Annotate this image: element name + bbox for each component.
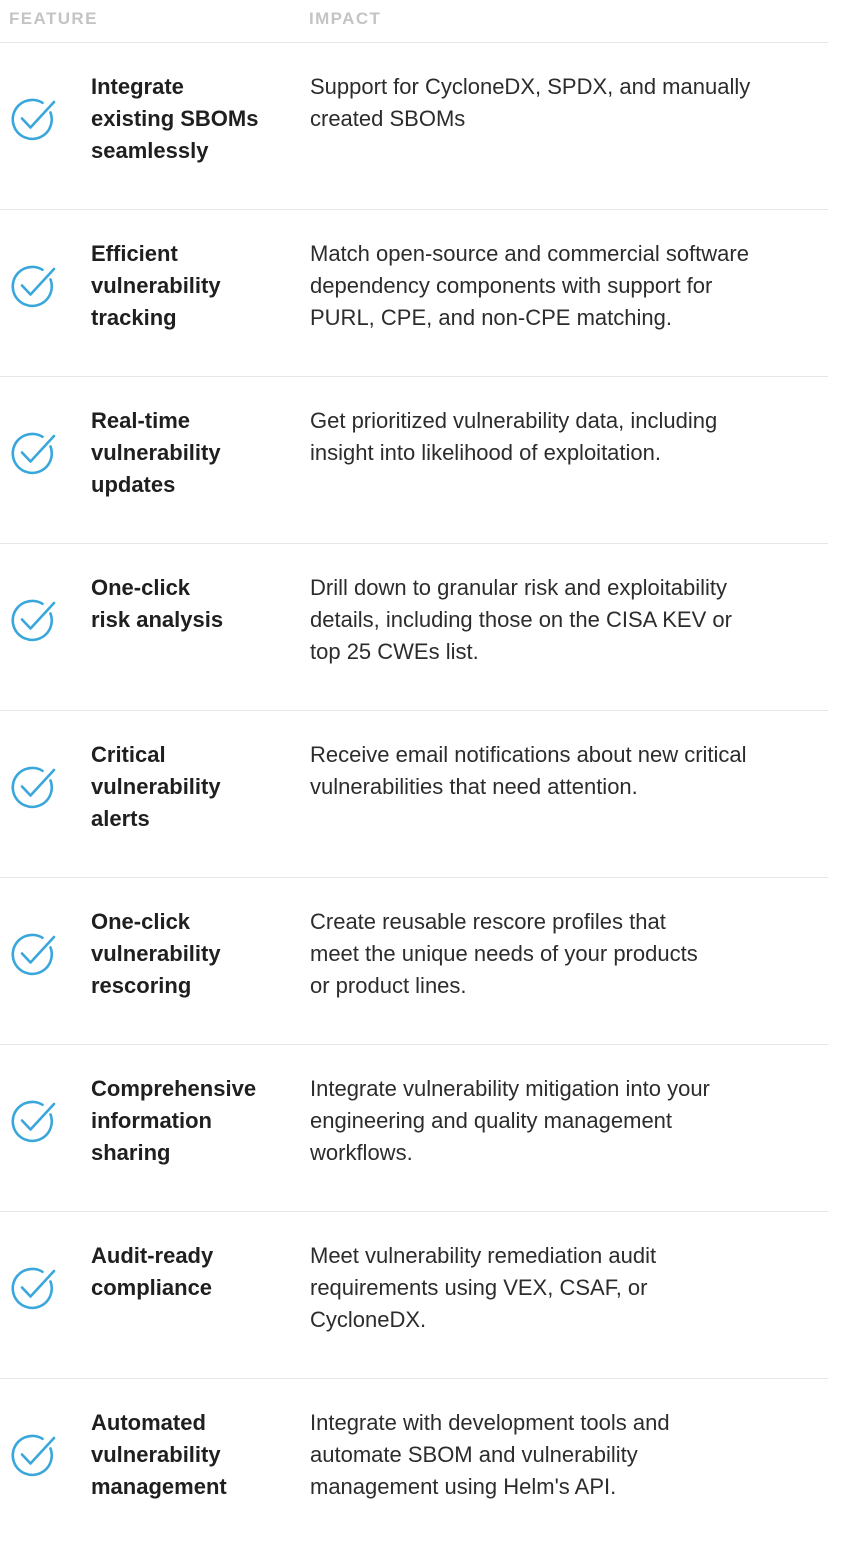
feature-line: Critical: [91, 742, 166, 767]
impact-description: Receive email notifications about new cr…: [310, 739, 830, 803]
impact-line: Integrate vulnerability mitigation into …: [310, 1076, 710, 1101]
table-row: Integrate existing SBOMs seamlessly Suppor…: [0, 43, 828, 210]
feature-line: vulnerability: [91, 1442, 221, 1467]
feature-line: alerts: [91, 806, 150, 831]
table-row: Automated vulnerability management Integra…: [0, 1379, 828, 1545]
check-circle-icon: [11, 265, 56, 308]
table-row: Real-time vulnerability updates Get priori…: [0, 377, 828, 544]
feature-name: Critical vulnerability alerts: [91, 739, 291, 835]
impact-description: Integrate vulnerability mitigation into …: [310, 1073, 830, 1169]
impact-line: created SBOMs: [310, 106, 466, 131]
feature-line: information: [91, 1108, 212, 1133]
feature-line: existing SBOMs: [91, 106, 259, 131]
check-circle-icon: [11, 1434, 56, 1477]
feature-line: tracking: [91, 305, 177, 330]
impact-line: dependency components with support for: [310, 273, 713, 298]
check-circle-icon: [11, 432, 56, 475]
feature-line: seamlessly: [91, 138, 209, 163]
table-row: Comprehensive information sharing Integrat…: [0, 1045, 828, 1212]
impact-description: Support for CycloneDX, SPDX, and manuall…: [310, 71, 830, 135]
feature-line: vulnerability: [91, 273, 221, 298]
table-header: FEATURE IMPACT: [0, 0, 828, 43]
feature-line: management: [91, 1474, 227, 1499]
table-body: Integrate existing SBOMs seamlessly Suppor…: [0, 43, 842, 1545]
feature-line: rescoring: [91, 973, 192, 998]
table-row: Audit-ready compliance Meet vulnerability…: [0, 1212, 828, 1379]
feature-name: Real-time vulnerability updates: [91, 405, 291, 501]
impact-line: Receive email notifications about new cr…: [310, 742, 747, 767]
table-row: One-click risk analysis Drill down to gra…: [0, 544, 828, 711]
feature-name: Comprehensive information sharing: [91, 1073, 291, 1169]
impact-line: workflows.: [310, 1140, 413, 1165]
table-row: One-click vulnerability rescoring Create r…: [0, 878, 828, 1045]
impact-line: PURL, CPE, and non-CPE matching.: [310, 305, 672, 330]
feature-line: vulnerability: [91, 774, 221, 799]
feature-line: risk analysis: [91, 607, 224, 632]
impact-description: Create reusable rescore profiles that mee…: [310, 906, 830, 1002]
feature-line: Real-time: [91, 408, 191, 433]
feature-name: Integrate existing SBOMs seamlessly: [91, 71, 291, 167]
impact-description: Integrate with development tools and auto…: [310, 1407, 830, 1503]
impact-column-header: IMPACT: [309, 9, 382, 28]
feature-name: One-click risk analysis: [91, 572, 291, 636]
impact-line: vulnerabilities that need attention.: [310, 774, 638, 799]
impact-line: automate SBOM and vulnerability: [310, 1442, 638, 1467]
feature-line: One-click: [91, 575, 191, 600]
feature-line: Integrate: [91, 74, 184, 99]
check-circle-icon: [11, 933, 56, 976]
feature-line: Automated: [91, 1410, 206, 1435]
impact-line: top 25 CWEs list.: [310, 639, 479, 664]
impact-line: meet the unique needs of your products: [310, 941, 698, 966]
impact-line: details, including those on the CISA KEV…: [310, 607, 732, 632]
impact-description: Get prioritized vulnerability data, incl…: [310, 405, 830, 469]
feature-line: Audit-ready: [91, 1243, 214, 1268]
table-row: Critical vulnerability alerts Receive emai…: [0, 711, 828, 878]
impact-line: requirements using VEX, CSAF, or: [310, 1275, 648, 1300]
impact-line: management using Helm's API.: [310, 1474, 617, 1499]
feature-line: updates: [91, 472, 176, 497]
feature-line: compliance: [91, 1275, 213, 1300]
check-circle-icon: [11, 766, 56, 809]
impact-line: or product lines.: [310, 973, 467, 998]
feature-line: vulnerability: [91, 941, 221, 966]
impact-line: Drill down to granular risk and exploita…: [310, 575, 727, 600]
check-circle-icon: [11, 599, 56, 642]
impact-description: Match open-source and commercial softwar…: [310, 238, 830, 334]
impact-line: engineering and quality management: [310, 1108, 673, 1133]
impact-line: Support for CycloneDX, SPDX, and manuall…: [310, 74, 751, 99]
impact-line: Match open-source and commercial softwar…: [310, 241, 749, 266]
impact-line: Create reusable rescore profiles that: [310, 909, 666, 934]
feature-line: Comprehensive: [91, 1076, 257, 1101]
impact-line: insight into likelihood of exploitation.: [310, 440, 662, 465]
feature-name: Audit-ready compliance: [91, 1240, 291, 1304]
feature-line: vulnerability: [91, 440, 221, 465]
check-circle-icon: [11, 98, 56, 141]
check-circle-icon: [11, 1267, 56, 1310]
feature-name: Efficient vulnerability tracking: [91, 238, 291, 334]
impact-description: Drill down to granular risk and exploita…: [310, 572, 830, 668]
feature-name: Automated vulnerability management: [91, 1407, 291, 1503]
feature-column-header: FEATURE: [9, 9, 98, 28]
feature-impact-table: FEATURE IMPACT Integrate existing SBOMs se…: [0, 0, 842, 1545]
feature-line: sharing: [91, 1140, 171, 1165]
check-circle-icon: [11, 1100, 56, 1143]
impact-description: Meet vulnerability remediation audit requ…: [310, 1240, 830, 1336]
impact-line: CycloneDX.: [310, 1307, 427, 1332]
feature-line: One-click: [91, 909, 191, 934]
feature-line: Efficient: [91, 241, 178, 266]
impact-line: Meet vulnerability remediation audit: [310, 1243, 657, 1268]
impact-line: Get prioritized vulnerability data, incl…: [310, 408, 718, 433]
table-row: Efficient vulnerability tracking Match ope…: [0, 210, 828, 377]
feature-name: One-click vulnerability rescoring: [91, 906, 291, 1002]
impact-line: Integrate with development tools and: [310, 1410, 670, 1435]
